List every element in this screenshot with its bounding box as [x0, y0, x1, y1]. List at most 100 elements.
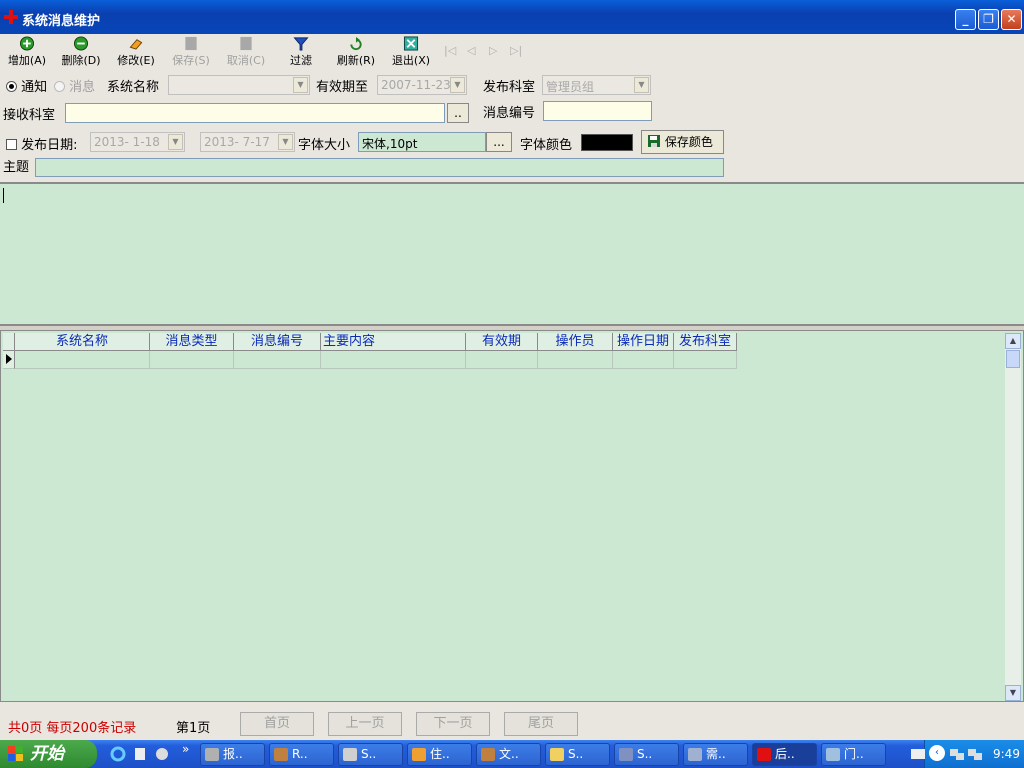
delete-button[interactable]: 删除(D) — [58, 36, 104, 68]
system-name-label: 系统名称 — [107, 80, 160, 95]
task-button[interactable]: S.. — [338, 743, 403, 766]
task-button[interactable]: S.. — [545, 743, 610, 766]
publish-date-checkbox[interactable]: 发布日期: — [6, 134, 78, 153]
recv-dept-input[interactable] — [65, 103, 445, 123]
col-header-system-name[interactable]: 系统名称 — [15, 333, 150, 351]
save-color-button[interactable]: 保存颜色 — [641, 130, 724, 154]
add-button[interactable]: 增加(A) — [5, 36, 49, 68]
col-header-dept[interactable]: 发布科室 — [674, 333, 737, 351]
plus-icon — [19, 36, 35, 51]
scroll-down-icon[interactable]: ▼ — [1005, 685, 1021, 701]
date-to-select[interactable]: 2013- 7-17 ▼ — [200, 132, 295, 152]
date-to-value: 2013- 7-17 — [204, 135, 270, 149]
task-label: 需.. — [706, 747, 726, 761]
chevron-down-icon: ▼ — [293, 77, 308, 93]
task-button[interactable]: 文.. — [476, 743, 541, 766]
next-page-button[interactable]: 下一页 — [416, 712, 490, 736]
nav-next-button[interactable]: ▷ — [489, 44, 497, 57]
date-from-select[interactable]: 2013- 1-18 ▼ — [90, 132, 185, 152]
taskbar: 开始 » 报.. R.. S.. 住.. 文.. S.. S.. 需.. 后..… — [0, 740, 1024, 768]
start-button[interactable]: 开始 — [0, 740, 97, 768]
quicklaunch-icon[interactable] — [132, 746, 148, 762]
restore-button[interactable]: ❐ — [978, 9, 999, 30]
date-from-value: 2013- 1-18 — [94, 135, 160, 149]
nav-last-button[interactable]: ▷| — [510, 44, 522, 57]
current-page: 第1页 — [176, 721, 211, 736]
first-page-button[interactable]: 首页 — [240, 712, 314, 736]
table-cell[interactable] — [674, 351, 737, 369]
dept-value: 管理员组 — [546, 80, 595, 94]
font-color-label: 字体颜色 — [520, 138, 573, 153]
nav-first-button[interactable]: |◁ — [444, 44, 456, 57]
cancel-icon — [240, 36, 252, 51]
col-header-op-date[interactable]: 操作日期 — [613, 333, 674, 351]
col-header-msg-no[interactable]: 消息编号 — [234, 333, 321, 351]
keyboard-icon[interactable] — [911, 749, 925, 759]
table-cell[interactable] — [234, 351, 321, 369]
task-button[interactable]: S.. — [614, 743, 679, 766]
network-icon[interactable] — [967, 746, 983, 762]
task-button[interactable]: 门.. — [821, 743, 886, 766]
exit-button[interactable]: 退出(X) — [388, 36, 434, 68]
task-label: S.. — [361, 747, 377, 761]
col-header-operator[interactable]: 操作员 — [538, 333, 613, 351]
prev-page-button[interactable]: 上一页 — [328, 712, 402, 736]
eraser-icon — [129, 39, 143, 50]
col-header-msg-type[interactable]: 消息类型 — [150, 333, 234, 351]
task-label: 门.. — [844, 747, 864, 761]
task-button[interactable]: 住.. — [407, 743, 472, 766]
edit-button[interactable]: 修改(E) — [113, 36, 159, 68]
col-header-content[interactable]: 主要内容 — [321, 333, 466, 351]
table-cell[interactable] — [613, 351, 674, 369]
radio-notice[interactable]: 通知 — [6, 76, 47, 95]
radio-message[interactable]: 消息 — [54, 76, 95, 95]
more-quicklaunch-chevron[interactable]: » — [182, 742, 189, 756]
save-label: 保存(S) — [172, 54, 210, 67]
quicklaunch-icon[interactable] — [154, 746, 170, 762]
subject-input[interactable] — [35, 158, 724, 177]
table-cell[interactable] — [150, 351, 234, 369]
scroll-thumb[interactable] — [1006, 350, 1020, 368]
table-cell[interactable] — [538, 351, 613, 369]
close-button[interactable]: ✕ — [1001, 9, 1022, 30]
task-button[interactable]: R.. — [269, 743, 334, 766]
task-button[interactable]: 报.. — [200, 743, 265, 766]
save-button[interactable]: 保存(S) — [168, 36, 214, 68]
chevron-down-icon: ▼ — [168, 134, 183, 150]
ie-icon[interactable] — [110, 746, 126, 762]
font-browse-button[interactable]: ... — [486, 132, 512, 152]
toolbar: 增加(A) 删除(D) 修改(E) 保存(S) 取消(C) 过滤 刷新(R) 退… — [0, 34, 1024, 72]
dept-select[interactable]: 管理员组 ▼ — [542, 75, 651, 95]
nav-prev-button[interactable]: ◁ — [467, 44, 475, 57]
task-button-active[interactable]: 后.. — [752, 743, 817, 766]
col-header-valid[interactable]: 有效期 — [466, 333, 538, 351]
filter-label: 过滤 — [290, 54, 312, 67]
filter-button[interactable]: 过滤 — [285, 36, 317, 68]
cancel-button[interactable]: 取消(C) — [223, 36, 269, 68]
table-cell[interactable] — [466, 351, 538, 369]
scroll-up-icon[interactable]: ▲ — [1005, 333, 1021, 349]
content-editor[interactable] — [0, 182, 1024, 326]
task-label: S.. — [637, 747, 653, 761]
windows-flag-icon — [8, 746, 23, 761]
network-icon[interactable] — [949, 746, 965, 762]
font-color-swatch[interactable] — [581, 134, 633, 151]
vertical-scrollbar[interactable]: ▲ ▼ — [1005, 333, 1021, 701]
recv-dept-browse-button[interactable]: .. — [447, 103, 469, 123]
folder-icon — [550, 748, 564, 761]
tray-expand-icon[interactable]: ‹ — [929, 745, 945, 761]
floppy-icon — [648, 135, 660, 147]
valid-until-select[interactable]: 2007-11-23 ▼ — [377, 75, 467, 95]
table-cell[interactable] — [15, 351, 150, 369]
message-grid: 系统名称 消息类型 消息编号 主要内容 有效期 操作员 操作日期 发布科室 ▲ … — [0, 330, 1024, 702]
table-cell[interactable] — [321, 351, 466, 369]
system-name-select[interactable]: ▼ — [168, 75, 310, 95]
refresh-button[interactable]: 刷新(R) — [333, 36, 379, 68]
last-page-button[interactable]: 尾页 — [504, 712, 578, 736]
minimize-button[interactable]: _ — [955, 9, 976, 30]
msg-no-input[interactable] — [543, 101, 652, 121]
task-label: 住.. — [430, 747, 450, 761]
task-button[interactable]: 需.. — [683, 743, 748, 766]
app-icon — [205, 748, 219, 761]
font-size-input[interactable]: 宋体,10pt — [358, 132, 486, 152]
